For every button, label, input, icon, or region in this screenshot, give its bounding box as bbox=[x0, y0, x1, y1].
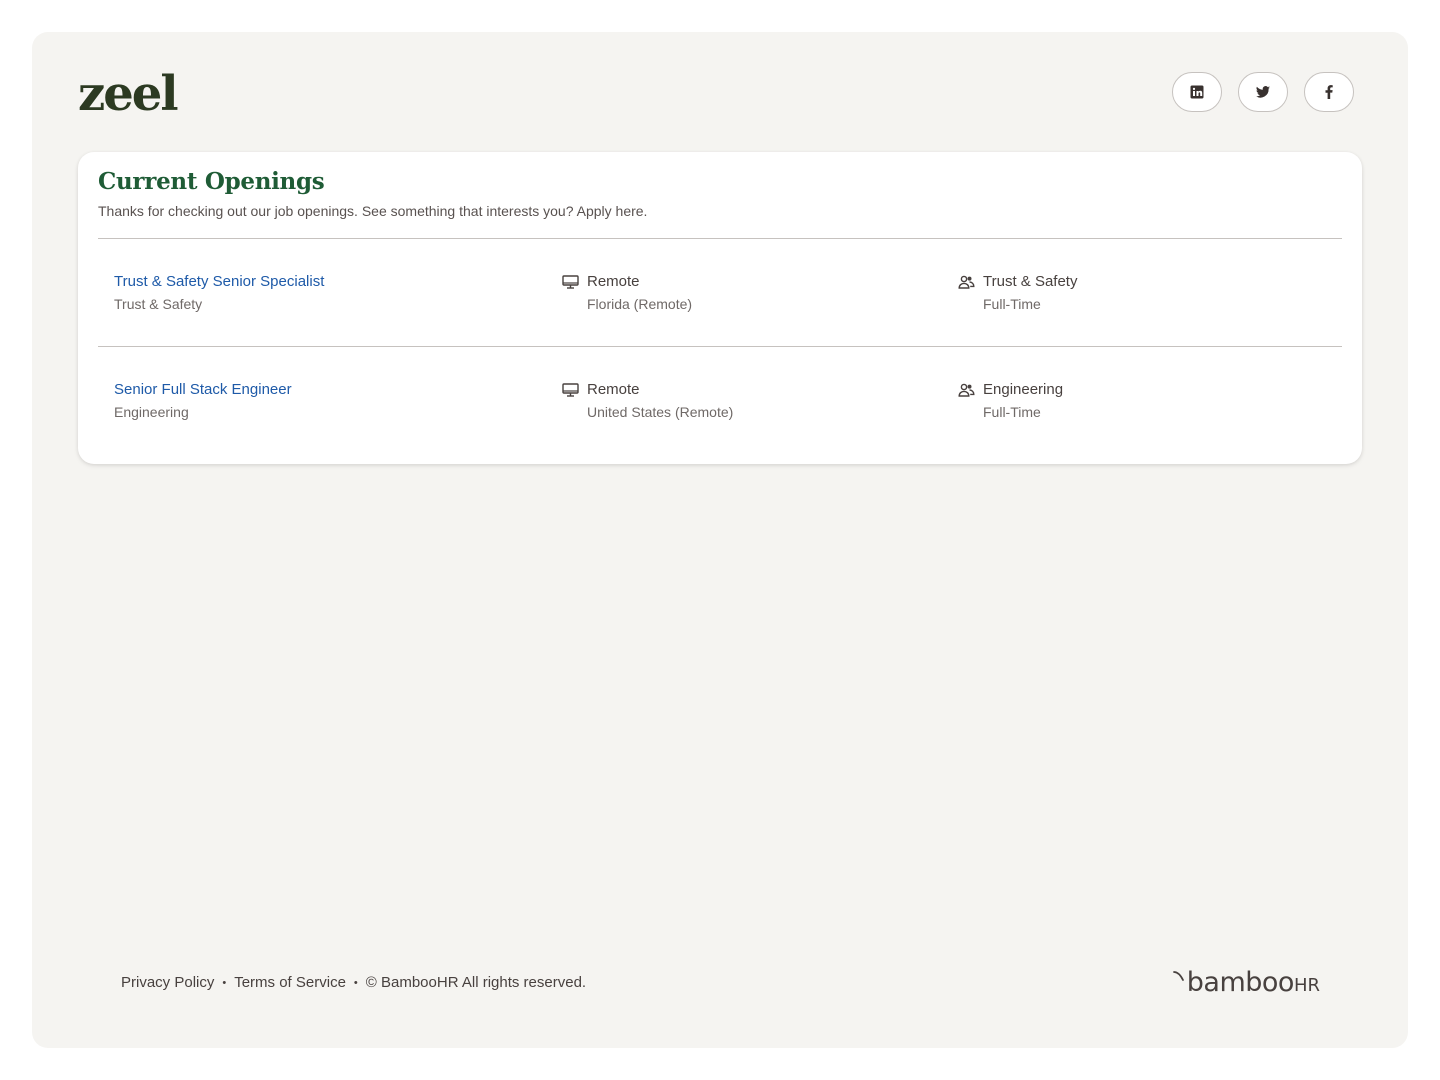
bamboohr-logo[interactable]: bamboo HR bbox=[1172, 967, 1320, 998]
privacy-policy-link[interactable]: Privacy Policy bbox=[121, 974, 214, 992]
bamboo-leaf-icon bbox=[1172, 971, 1184, 981]
job-department-cell: Trust & Safety Full-Time bbox=[958, 273, 1077, 313]
footer-separator: • bbox=[222, 977, 227, 989]
job-location-cell: Remote Florida (Remote) bbox=[562, 273, 692, 313]
location-detail: United States (Remote) bbox=[587, 404, 734, 420]
job-title-cell: Trust & Safety Senior Specialist Trust &… bbox=[114, 273, 324, 313]
bamboohr-wordmark: bamboo bbox=[1186, 967, 1295, 998]
people-icon bbox=[958, 383, 975, 397]
job-title-link[interactable]: Trust & Safety Senior Specialist bbox=[114, 273, 324, 291]
job-title-link[interactable]: Senior Full Stack Engineer bbox=[114, 381, 292, 399]
facebook-button[interactable] bbox=[1304, 72, 1354, 112]
job-row: Trust & Safety Senior Specialist Trust &… bbox=[98, 239, 1342, 346]
department-name: Engineering bbox=[983, 381, 1064, 398]
page-title: Current Openings bbox=[98, 168, 325, 195]
job-title-cell: Senior Full Stack Engineer Engineering bbox=[114, 381, 292, 421]
terms-of-service-link[interactable]: Terms of Service bbox=[234, 974, 346, 992]
facebook-icon bbox=[1325, 85, 1333, 99]
location-detail: Florida (Remote) bbox=[587, 296, 693, 312]
twitter-icon bbox=[1256, 86, 1270, 98]
company-logo[interactable]: zeel bbox=[78, 66, 179, 122]
linkedin-button[interactable] bbox=[1172, 72, 1222, 112]
page-frame: zeel Current Openings Thanks for checkin… bbox=[32, 32, 1408, 1048]
employment-type: Full-Time bbox=[983, 404, 1041, 420]
copyright-text: © BambooHR All rights reserved. bbox=[365, 974, 587, 991]
job-department-label: Engineering bbox=[114, 404, 189, 420]
footer-separator: • bbox=[353, 977, 358, 989]
footer-links: Privacy Policy • Terms of Service • © Ba… bbox=[121, 974, 586, 992]
employment-type: Full-Time bbox=[983, 296, 1041, 312]
department-name: Trust & Safety bbox=[983, 273, 1078, 290]
page-subtitle: Thanks for checking out our job openings… bbox=[98, 203, 648, 219]
twitter-button[interactable] bbox=[1238, 72, 1288, 112]
monitor-icon bbox=[562, 383, 579, 397]
location-type: Remote bbox=[587, 273, 640, 290]
job-list: Trust & Safety Senior Specialist Trust &… bbox=[98, 238, 1342, 453]
openings-card: Current Openings Thanks for checking out… bbox=[78, 152, 1362, 464]
job-department-cell: Engineering Full-Time bbox=[958, 381, 1063, 421]
job-location-cell: Remote United States (Remote) bbox=[562, 381, 733, 421]
linkedin-icon bbox=[1190, 85, 1204, 99]
job-row: Senior Full Stack Engineer Engineering R… bbox=[98, 346, 1342, 453]
monitor-icon bbox=[562, 275, 579, 289]
location-type: Remote bbox=[587, 381, 640, 398]
people-icon bbox=[958, 275, 975, 289]
job-department-label: Trust & Safety bbox=[114, 296, 203, 312]
bamboohr-suffix: HR bbox=[1293, 975, 1320, 996]
social-links bbox=[1172, 72, 1354, 112]
